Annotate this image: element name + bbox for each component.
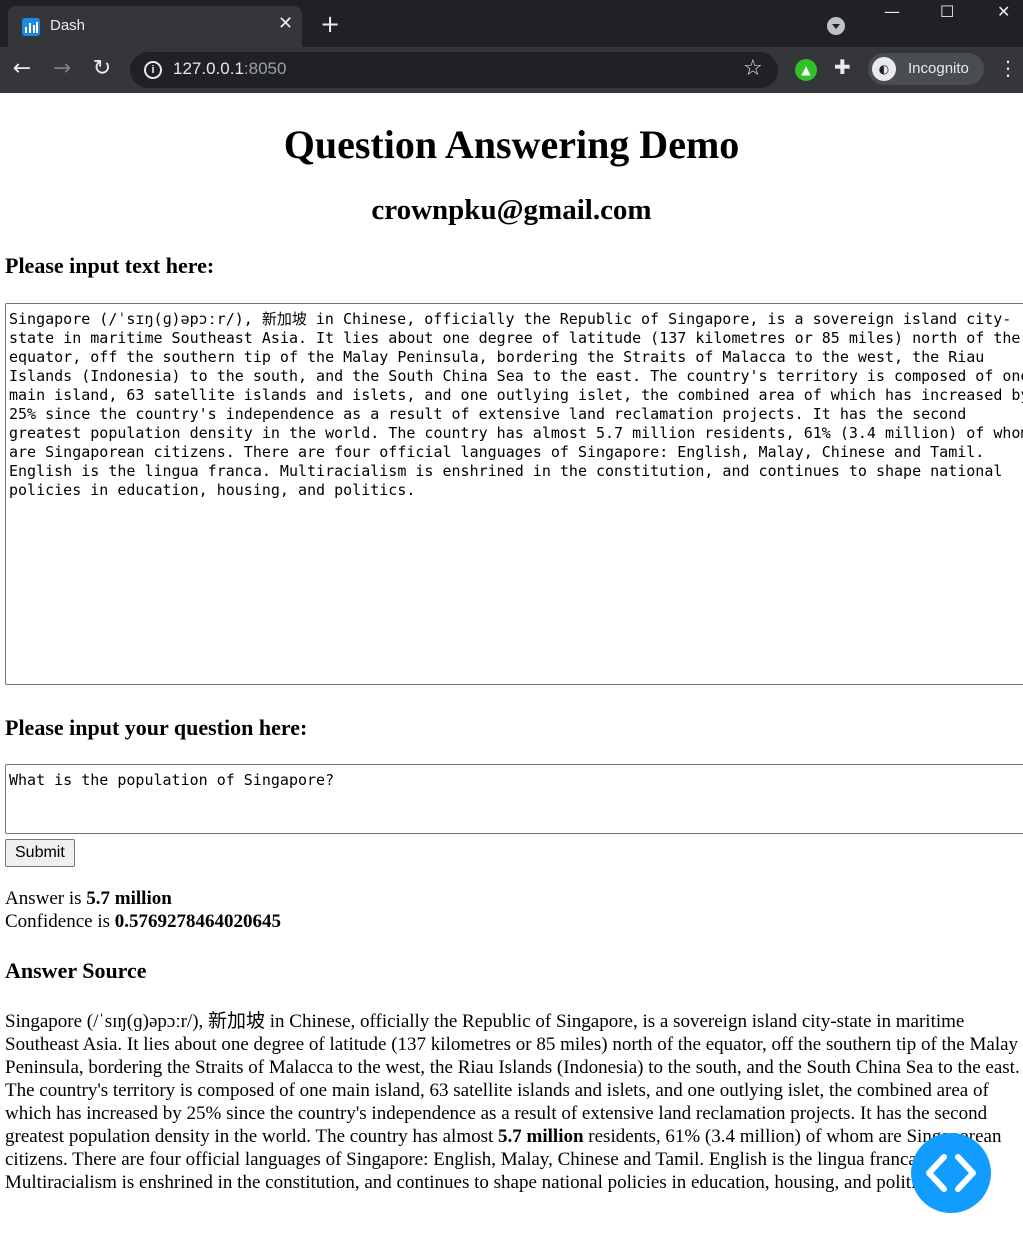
dash-debug-button[interactable] bbox=[911, 1133, 991, 1213]
browser-toolbar: ← → ↻ i 127.0.0.1:8050 ☆ ▲ ✚ ◐ Incognito… bbox=[0, 47, 1023, 93]
text-input-label: Please input text here: bbox=[5, 253, 215, 278]
minimize-button[interactable]: — bbox=[884, 2, 900, 21]
extensions-puzzle-icon[interactable]: ✚ bbox=[834, 55, 851, 79]
answer-source-heading: Answer Source bbox=[5, 958, 147, 983]
tab-search-icon[interactable] bbox=[827, 17, 845, 35]
url-text: 127.0.0.1:8050 bbox=[173, 59, 287, 78]
reload-icon[interactable]: ↻ bbox=[88, 55, 116, 83]
answer-source-text: Singapore (/ˈsɪŋ(ɡ)əpɔːr/), 新加坡 in Chine… bbox=[5, 1011, 1020, 1193]
dash-favicon-icon bbox=[22, 18, 40, 36]
address-bar[interactable]: i 127.0.0.1:8050 ☆ bbox=[130, 52, 778, 88]
code-chevrons-icon bbox=[926, 1154, 976, 1192]
incognito-badge[interactable]: ◐ Incognito bbox=[868, 53, 984, 85]
browser-tabstrip: Dash ✕ + — ☐ ✕ bbox=[0, 0, 1023, 47]
bookmark-star-icon[interactable]: ☆ bbox=[743, 56, 763, 81]
back-icon[interactable]: ← bbox=[8, 55, 36, 83]
forward-icon[interactable]: → bbox=[48, 55, 76, 83]
answer-line: Answer is 5.7 million bbox=[5, 888, 172, 910]
submit-button[interactable]: Submit bbox=[5, 839, 75, 867]
confidence-line: Confidence is 0.5769278464020645 bbox=[5, 911, 281, 933]
source-highlight: 5.7 million bbox=[498, 1126, 584, 1147]
author-email: crownpku@gmail.com bbox=[371, 194, 652, 226]
question-textarea[interactable]: What is the population of Singapore? bbox=[5, 764, 1023, 834]
answer-value: 5.7 million bbox=[86, 888, 172, 909]
new-tab-button[interactable]: + bbox=[320, 10, 340, 38]
page-content: Question Answering Demo crownpku@gmail.c… bbox=[0, 93, 1023, 1237]
maximize-button[interactable]: ☐ bbox=[940, 2, 954, 21]
confidence-prefix: Confidence is bbox=[5, 911, 115, 932]
context-textarea[interactable]: Singapore (/ˈsɪŋ(ɡ)əpɔːr/), 新加坡 in Chine… bbox=[5, 303, 1023, 685]
answer-prefix: Answer is bbox=[5, 888, 87, 909]
window-close-button[interactable]: ✕ bbox=[997, 2, 1010, 21]
extension-green-icon[interactable]: ▲ bbox=[795, 59, 817, 81]
confidence-value: 0.5769278464020645 bbox=[114, 911, 282, 932]
incognito-label: Incognito bbox=[908, 60, 969, 77]
question-input-label: Please input your question here: bbox=[5, 715, 308, 740]
site-info-icon[interactable]: i bbox=[144, 61, 162, 79]
incognito-icon: ◐ bbox=[872, 57, 896, 81]
page-title: Question Answering Demo bbox=[283, 122, 740, 167]
tab-title: Dash bbox=[50, 17, 86, 34]
browser-tab[interactable]: Dash ✕ bbox=[8, 6, 302, 47]
browser-menu-icon[interactable]: ⋮ bbox=[998, 56, 1018, 80]
tab-close-icon[interactable]: ✕ bbox=[278, 14, 293, 34]
